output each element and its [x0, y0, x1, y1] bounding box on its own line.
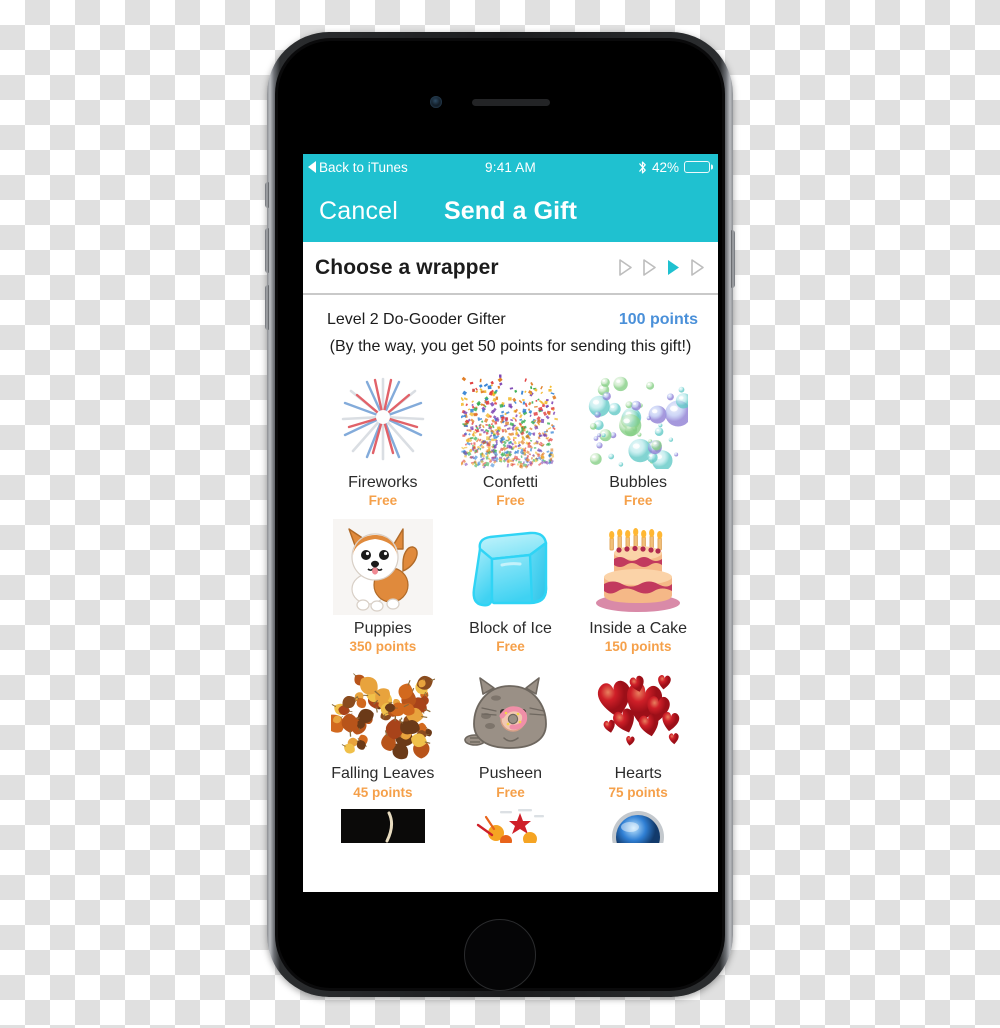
wrapper-price: Free — [496, 493, 525, 509]
cake-icon — [583, 516, 693, 618]
wrapper-item-hearts[interactable]: Hearts 75 points — [574, 661, 702, 801]
wrapper-item-partial-1[interactable] — [319, 807, 447, 843]
ice-block-icon — [455, 516, 565, 618]
wrapper-price: 45 points — [353, 784, 413, 800]
wrapper-item-inside-a-cake[interactable]: Inside a Cake 150 points — [574, 516, 702, 656]
earpiece-speaker — [472, 99, 550, 106]
wrapper-item-pusheen[interactable]: Pusheen Free — [447, 661, 575, 801]
puppy-icon — [328, 516, 438, 618]
wrapper-price: Free — [368, 493, 398, 509]
battery-percent-label: 42% — [651, 159, 679, 175]
wrapper-item-block-of-ice[interactable]: Block of Ice Free — [447, 516, 575, 656]
wrapper-price: 75 points — [608, 784, 668, 800]
wrapper-item-partial-3[interactable] — [574, 807, 702, 843]
wrapper-item-puppies[interactable]: Puppies 350 points — [319, 516, 447, 656]
section-title: Choose a wrapper — [315, 255, 499, 279]
status-bar: Back to iTunes 9:41 AM 42% — [303, 154, 718, 180]
wrapper-name: Fireworks — [348, 474, 418, 491]
bluetooth-icon — [639, 160, 646, 174]
volume-up-button[interactable] — [265, 228, 269, 273]
wrapper-name: Hearts — [614, 765, 662, 783]
section-header: Choose a wrapper — [303, 242, 718, 295]
wrapper-name: Confetti — [482, 474, 539, 491]
wrapper-price: 150 points — [604, 638, 672, 654]
wrapper-price: 350 points — [349, 638, 417, 654]
pusheen-cat-icon — [455, 661, 565, 763]
wrapper-name: Puppies — [353, 619, 412, 637]
cancel-button[interactable]: Cancel — [319, 197, 398, 226]
step-indicator — [617, 258, 706, 277]
phone-bezel: Back to iTunes 9:41 AM 42% Cancel Send a… — [275, 38, 725, 991]
volume-down-button[interactable] — [265, 285, 269, 330]
wrapper-name: Bubbles — [609, 474, 668, 491]
wrapper-item-partial-2[interactable] — [447, 807, 575, 843]
level-row: Level 2 Do-Gooder Gifter 100 points — [303, 295, 718, 329]
wrapper-item-bubbles[interactable]: Bubbles Free — [574, 370, 702, 510]
leaves-icon — [328, 661, 438, 763]
wrapper-item-fireworks[interactable]: Fireworks Free — [319, 370, 447, 510]
hearts-icon — [583, 661, 693, 763]
crystal-ball-icon — [583, 807, 693, 843]
wrapper-name: Pusheen — [478, 765, 543, 783]
wrapper-price: Free — [496, 638, 525, 654]
dark-photo-icon — [328, 807, 438, 843]
navigation-bar: Cancel Send a Gift — [303, 180, 718, 242]
bubbles-icon — [583, 370, 693, 472]
wrapper-item-falling-leaves[interactable]: Falling Leaves 45 points — [319, 661, 447, 801]
iphone-device-frame: Back to iTunes 9:41 AM 42% Cancel Send a… — [265, 32, 735, 997]
phone-screen: Back to iTunes 9:41 AM 42% Cancel Send a… — [303, 154, 718, 892]
bonus-points-note: (By the way, you get 50 points for sendi… — [329, 338, 692, 355]
wrapper-name: Block of Ice — [469, 619, 552, 637]
fireworks-icon — [328, 370, 438, 472]
step-triangle-2[interactable] — [641, 258, 658, 277]
power-button[interactable] — [731, 230, 735, 288]
wrapper-name: Inside a Cake — [589, 619, 688, 637]
step-triangle-3-active[interactable] — [665, 258, 682, 277]
wrapper-grid: Fireworks Free Confetti Free Bubbles Fre… — [303, 356, 718, 843]
confetti-icon — [455, 370, 565, 472]
wrapper-item-confetti[interactable]: Confetti Free — [447, 370, 575, 510]
step-triangle-1[interactable] — [617, 258, 634, 277]
wrapper-name: Falling Leaves — [331, 765, 435, 783]
step-triangle-4[interactable] — [689, 258, 706, 277]
explosion-stars-icon — [455, 807, 565, 843]
silent-switch[interactable] — [265, 182, 269, 208]
phone-face: Back to iTunes 9:41 AM 42% Cancel Send a… — [278, 41, 722, 991]
level-label: Level 2 Do-Gooder Gifter — [327, 311, 506, 328]
front-camera-icon — [430, 96, 442, 108]
wrapper-price: Free — [623, 493, 653, 509]
points-badge: 100 points — [618, 311, 698, 328]
battery-icon — [684, 160, 710, 174]
home-button[interactable] — [464, 919, 536, 991]
wrapper-price: Free — [496, 784, 525, 800]
status-bar-indicators: 42% — [638, 160, 710, 175]
